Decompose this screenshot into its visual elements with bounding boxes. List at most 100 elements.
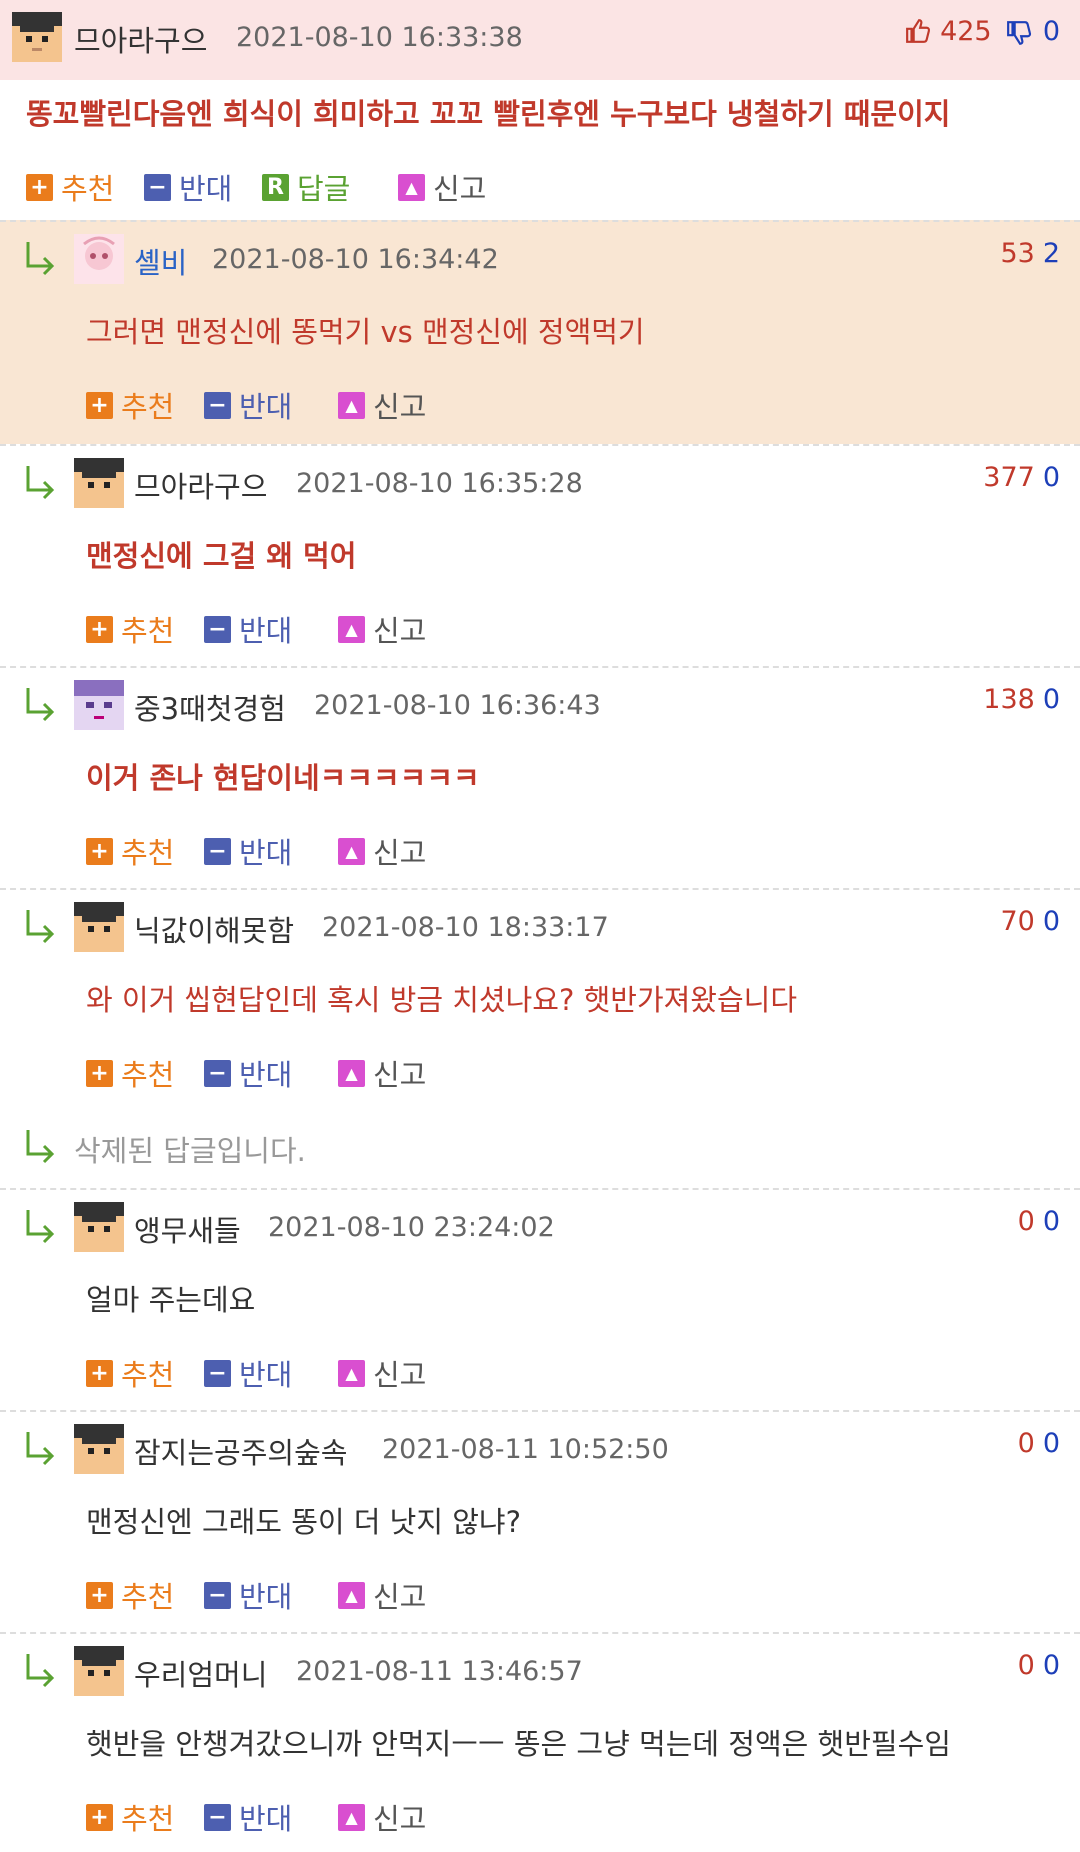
report-label: 신고 [373, 1580, 427, 1614]
nickname[interactable]: 중3때첫경험 [134, 686, 286, 728]
comment-body: 똥꼬빨린다음엔 희식이 희미하고 꼬꼬 빨린후엔 누구보다 냉철하기 때문이지 [26, 97, 951, 131]
plus-icon: + [26, 173, 53, 201]
report-label: 신고 [373, 836, 427, 870]
avatar[interactable] [74, 680, 124, 730]
avatar[interactable] [74, 902, 124, 952]
oppose-label: 반대 [239, 614, 293, 648]
report-button[interactable]: ▲ 신고 [398, 166, 486, 208]
nickname[interactable]: 앵무새들 [134, 1208, 241, 1250]
reply-actions: + 추천 − 반대 ▲ 신고 [0, 594, 1080, 664]
report-label: 신고 [373, 1802, 427, 1836]
siren-icon: ▲ [338, 1581, 365, 1609]
plus-icon: + [86, 615, 113, 643]
avatar[interactable] [12, 12, 62, 62]
oppose-button[interactable]: − 반대 [204, 608, 292, 650]
upvote-count: 53 [1000, 238, 1035, 269]
report-button[interactable]: ▲ 신고 [338, 608, 426, 650]
minus-icon: − [204, 391, 231, 419]
reply-header: 우리엄머니 2021-08-11 13:46:57 00 [0, 1634, 1080, 1708]
recommend-button[interactable]: + 추천 [86, 384, 174, 426]
reply-header: 셸비 2021-08-10 16:34:42 53 2 [0, 222, 1080, 296]
timestamp: 2021-08-10 23:24:02 [268, 1212, 555, 1243]
nickname[interactable]: 셸비 [134, 240, 187, 282]
recommend-button[interactable]: + 추천 [86, 1352, 174, 1394]
downvote-count: 0 [1042, 906, 1060, 937]
report-button[interactable]: ▲ 신고 [338, 1352, 426, 1394]
recommend-button[interactable]: + 추천 [86, 830, 174, 872]
thumbs-up-icon [906, 19, 931, 43]
report-button[interactable]: ▲ 신고 [338, 830, 426, 872]
report-label: 신고 [373, 390, 427, 424]
recommend-button[interactable]: + 추천 [86, 1796, 174, 1838]
recommend-button[interactable]: + 추천 [26, 166, 114, 208]
timestamp: 2021-08-10 16:36:43 [314, 690, 601, 721]
report-label: 신고 [433, 172, 487, 206]
vote-counts: 377 0 [983, 462, 1060, 493]
avatar[interactable] [74, 234, 124, 284]
vote-counts: 425 0 [905, 16, 1060, 47]
nickname[interactable]: 닉값이해못함 [134, 908, 294, 950]
siren-icon: ▲ [338, 1803, 365, 1831]
oppose-button[interactable]: − 반대 [204, 1352, 292, 1394]
report-button[interactable]: ▲ 신고 [338, 1574, 426, 1616]
recommend-label: 추천 [121, 836, 175, 870]
oppose-button[interactable]: − 반대 [204, 1052, 292, 1094]
minus-icon: − [204, 1581, 231, 1609]
reply-item: 셸비 2021-08-10 16:34:42 53 2 그러면 맨정신에 똥먹기 … [0, 220, 1080, 444]
top-comment: 므아라구으 2021-08-10 16:33:38 425 0 [0, 0, 1080, 80]
timestamp: 2021-08-10 18:33:17 [322, 912, 609, 943]
avatar[interactable] [74, 458, 124, 508]
oppose-button[interactable]: − 반대 [204, 830, 292, 872]
recommend-label: 추천 [121, 1058, 175, 1092]
nickname[interactable]: 잠지는공주의숲속 [134, 1430, 347, 1472]
reply-icon: R [262, 173, 289, 201]
recommend-label: 추천 [121, 390, 175, 424]
nickname[interactable]: 므아라구으 [74, 18, 207, 60]
recommend-label: 추천 [121, 1802, 175, 1836]
report-button[interactable]: ▲ 신고 [338, 1052, 426, 1094]
reply-body: 맨정신에 그걸 왜 먹어 [86, 539, 357, 573]
vote-counts: 00 [1018, 1206, 1060, 1237]
oppose-button[interactable]: − 반대 [144, 166, 232, 208]
minus-icon: − [204, 837, 231, 865]
reply-arrow-icon [26, 910, 55, 944]
report-label: 신고 [373, 614, 427, 648]
reply-item: 잠지는공주의숲속 2021-08-11 10:52:50 00 맨정신엔 그래도… [0, 1410, 1080, 1632]
report-button[interactable]: ▲ 신고 [338, 384, 426, 426]
report-button[interactable]: ▲ 신고 [338, 1796, 426, 1838]
upvote-count: 138 [983, 684, 1035, 715]
plus-icon: + [86, 1581, 113, 1609]
recommend-button[interactable]: + 추천 [86, 608, 174, 650]
downvote-count: 0 [1042, 462, 1060, 493]
plus-icon: + [86, 391, 113, 419]
recommend-button[interactable]: + 추천 [86, 1052, 174, 1094]
oppose-button[interactable]: − 반대 [204, 384, 292, 426]
oppose-label: 반대 [239, 390, 293, 424]
upvote-count: 70 [1000, 906, 1035, 937]
avatar[interactable] [74, 1646, 124, 1696]
avatar[interactable] [74, 1202, 124, 1252]
nickname[interactable]: 우리엄머니 [134, 1652, 267, 1694]
siren-icon: ▲ [338, 837, 365, 865]
reply-actions: + 추천 − 반대 ▲ 신고 [0, 370, 1080, 440]
siren-icon: ▲ [398, 173, 425, 201]
vote-counts: 53 2 [1000, 238, 1060, 269]
reply-button[interactable]: R 답글 [262, 166, 350, 208]
vote-counts: 00 [1018, 1428, 1060, 1459]
timestamp: 2021-08-10 16:33:38 [236, 22, 523, 53]
reply-arrow-icon [26, 1210, 55, 1244]
oppose-button[interactable]: − 반대 [204, 1574, 292, 1616]
downvote-count: 0 [1042, 684, 1060, 715]
downvote-count: 0 [1042, 1650, 1060, 1681]
avatar[interactable] [74, 1424, 124, 1474]
oppose-button[interactable]: − 반대 [204, 1796, 292, 1838]
vote-counts: 00 [1018, 1650, 1060, 1681]
reply-header: 닉값이해못함 2021-08-10 18:33:17 70 0 [0, 890, 1080, 964]
upvote-count: 0 [1017, 1650, 1035, 1681]
recommend-button[interactable]: + 추천 [86, 1574, 174, 1616]
oppose-label: 반대 [179, 172, 233, 206]
nickname[interactable]: 므아라구으 [134, 464, 267, 506]
reply-item: 앵무새들 2021-08-10 23:24:02 00 얼마 주는데요 + 추천 … [0, 1188, 1080, 1410]
oppose-label: 반대 [239, 836, 293, 870]
report-label: 신고 [373, 1358, 427, 1392]
